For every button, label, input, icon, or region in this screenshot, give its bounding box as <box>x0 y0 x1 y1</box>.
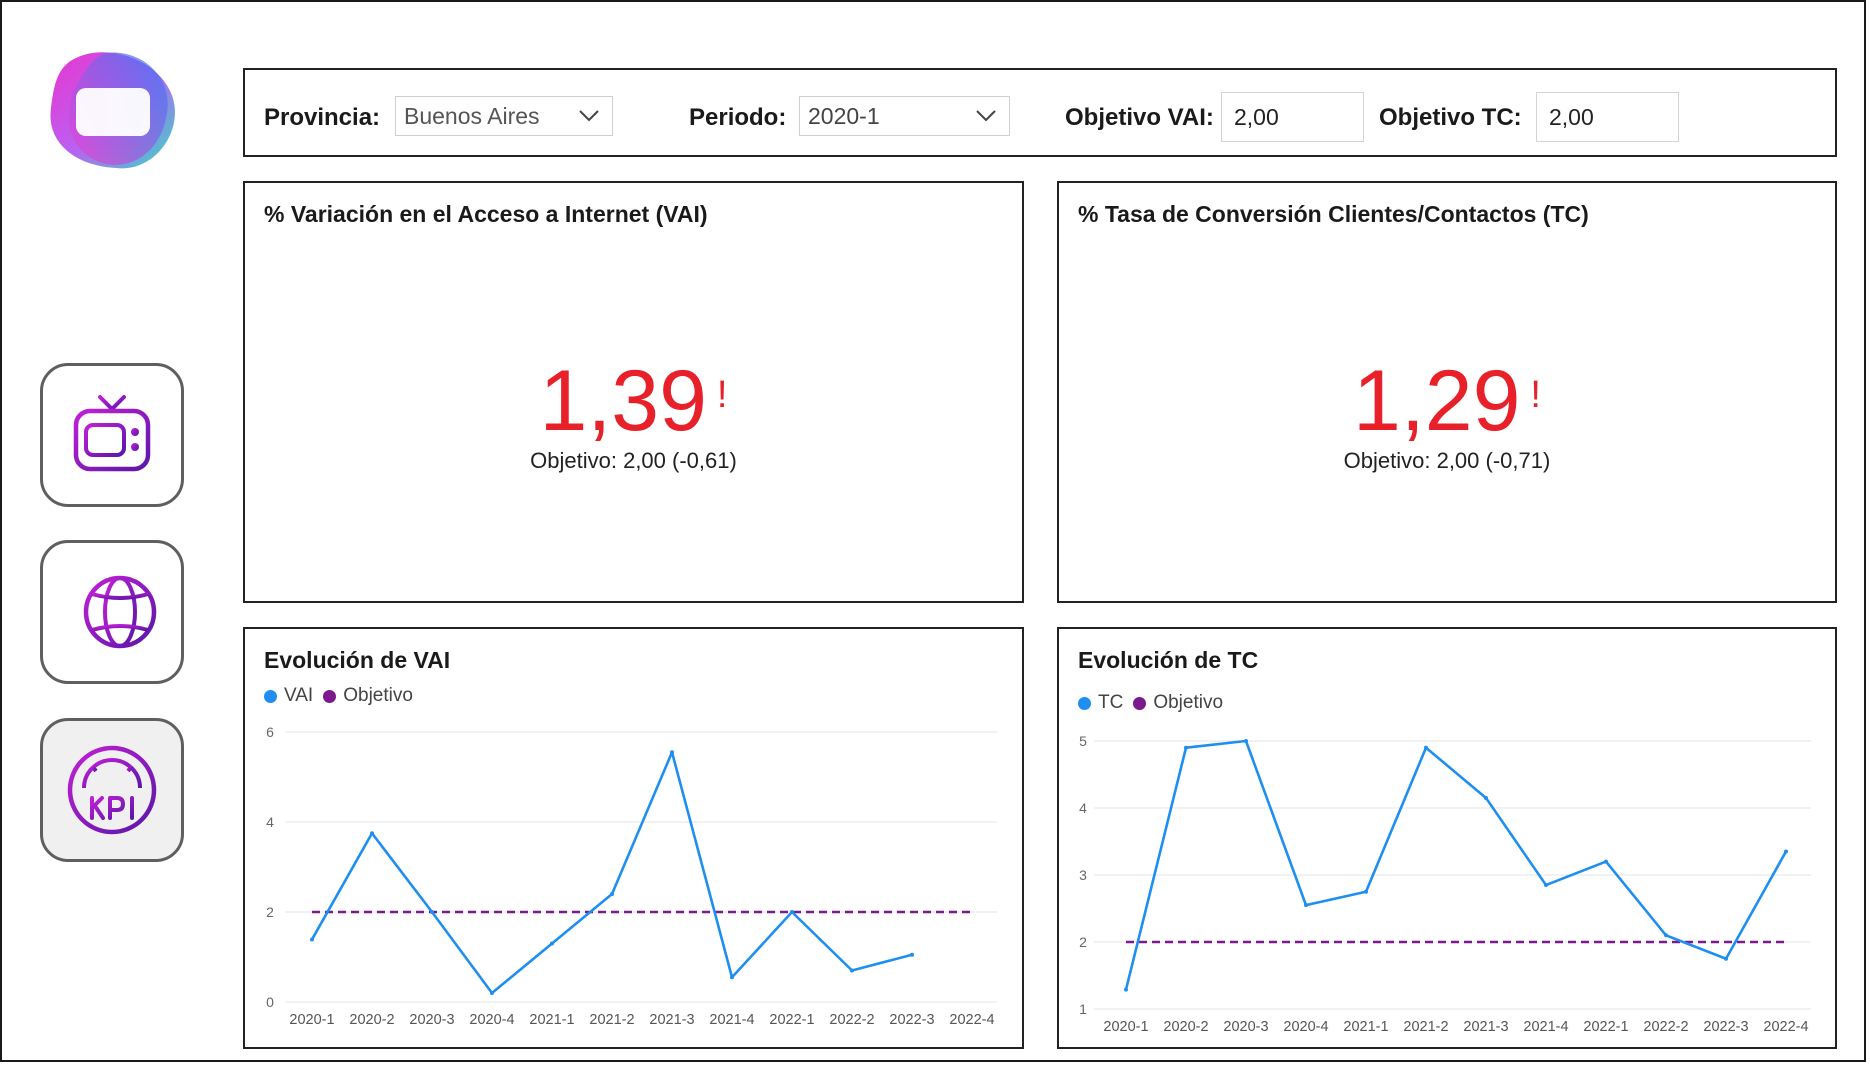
x-tick-label: 2022-3 <box>1703 1019 1748 1035</box>
brand-logo <box>50 52 175 169</box>
kpi-gauge-icon <box>67 745 157 835</box>
kpi-tc-block: 1,29! Objetivo: 2,00 (-0,71) <box>1059 358 1835 474</box>
kpi-vai-title: % Variación en el Acceso a Internet (VAI… <box>264 201 708 227</box>
provincia-label: Provincia: <box>264 104 381 131</box>
data-point <box>1124 987 1128 992</box>
periodo-label: Periodo: <box>689 104 787 131</box>
tc-line-chart: 1 2 3 4 5 2020-1 2020-2 2020-3 2020-4 2021-1 2021-… <box>1079 733 1811 1035</box>
data-point <box>1784 849 1788 854</box>
alert-icon: ! <box>716 374 728 416</box>
provincia-dropdown[interactable]: Buenos Aires <box>395 96 613 136</box>
x-tick-label: 2022-2 <box>829 1012 874 1028</box>
objetivo-vai-label: Objetivo VAI: <box>1065 104 1214 131</box>
x-tick-label: 2021-3 <box>649 1012 694 1028</box>
x-tick-label: 2021-3 <box>1463 1019 1508 1035</box>
y-tick-label: 2 <box>266 904 274 920</box>
x-tick-label: 2020-2 <box>1163 1019 1208 1035</box>
y-tick-label: 5 <box>1079 733 1087 749</box>
data-point <box>610 892 614 896</box>
filter-bar: Provincia: Buenos Aires Periodo: 2020-1 … <box>243 68 1837 157</box>
x-tick-label: 2022-1 <box>769 1012 814 1028</box>
chevron-down-icon <box>579 110 599 122</box>
data-point <box>1304 903 1308 908</box>
kpi-vai-target: Objetivo: 2,00 (-0,61) <box>530 448 737 473</box>
data-point <box>490 991 494 995</box>
kpi-vai-block: 1,39! Objetivo: 2,00 (-0,61) <box>245 358 1022 474</box>
provincia-value: Buenos Aires <box>404 103 540 129</box>
x-tick-label: 2022-3 <box>889 1012 934 1028</box>
kpi-card-vai: % Variación en el Acceso a Internet (VAI… <box>243 181 1024 603</box>
chart-card-vai: Evolución de VAI VAI Objetivo 0 2 4 6 2020-1… <box>243 627 1024 1049</box>
x-tick-label: 2022-4 <box>1763 1019 1808 1035</box>
kpi-tc-value: 1,29 <box>1353 353 1521 449</box>
y-tick-label: 6 <box>266 724 274 740</box>
data-point <box>910 952 914 957</box>
chevron-down-icon <box>976 110 996 122</box>
periodo-value: 2020-1 <box>808 103 880 129</box>
y-tick-label: 3 <box>1079 867 1087 883</box>
x-tick-label: 2021-1 <box>529 1012 574 1028</box>
kpi-vai-value: 1,39 <box>539 353 707 449</box>
x-tick-label: 2022-1 <box>1583 1019 1628 1035</box>
y-tick-label: 4 <box>266 814 274 830</box>
y-tick-label: 0 <box>266 994 274 1010</box>
series-line <box>310 750 913 995</box>
vai-line-chart: 0 2 4 6 2020-1 2020-2 2020-3 2020-4 2021-1 2021-2… <box>266 724 997 1028</box>
x-tick-label: 2020-1 <box>289 1012 334 1028</box>
data-point <box>550 941 554 946</box>
data-point <box>1724 956 1728 961</box>
y-tick-label: 1 <box>1079 1001 1087 1017</box>
data-point <box>1544 883 1548 888</box>
x-tick-label: 2021-1 <box>1343 1019 1388 1035</box>
data-point <box>370 831 374 836</box>
x-tick-label: 2020-2 <box>349 1012 394 1028</box>
data-point <box>1364 889 1368 894</box>
kpi-tc-title: % Tasa de Conversión Clientes/Contactos … <box>1078 201 1589 227</box>
x-tick-label: 2020-4 <box>469 1012 514 1028</box>
data-point <box>670 750 674 755</box>
x-tick-label: 2020-4 <box>1283 1019 1328 1035</box>
data-point <box>1484 795 1488 800</box>
data-point <box>310 937 314 942</box>
data-point <box>1604 859 1608 864</box>
data-point <box>430 910 434 914</box>
x-tick-label: 2021-4 <box>1523 1019 1568 1035</box>
nav-kpi-button[interactable] <box>40 718 184 862</box>
chart-card-tc: Evolución de TC TC Objetivo 1 2 3 4 5 2020-1 2… <box>1057 627 1837 1049</box>
nav-internet-button[interactable] <box>40 540 184 684</box>
x-tick-label: 2022-4 <box>949 1012 994 1028</box>
globe-icon <box>62 575 157 649</box>
x-tick-label: 2021-2 <box>589 1012 634 1028</box>
data-point <box>1244 739 1248 743</box>
data-point <box>730 975 734 980</box>
x-tick-label: 2021-4 <box>709 1012 754 1028</box>
x-tick-label: 2021-2 <box>1403 1019 1448 1035</box>
data-point <box>1424 745 1428 750</box>
objetivo-vai-input[interactable]: 2,00 <box>1221 92 1364 142</box>
x-tick-label: 2022-2 <box>1643 1019 1688 1035</box>
data-point <box>1664 933 1668 938</box>
y-tick-label: 4 <box>1079 800 1087 816</box>
x-tick-label: 2020-1 <box>1103 1019 1148 1035</box>
data-point <box>1184 745 1188 750</box>
kpi-card-tc: % Tasa de Conversión Clientes/Contactos … <box>1057 181 1837 603</box>
alert-icon: ! <box>1530 374 1541 416</box>
tv-icon <box>73 395 151 472</box>
data-point <box>790 910 794 914</box>
x-tick-label: 2020-3 <box>409 1012 454 1028</box>
periodo-dropdown[interactable]: 2020-1 <box>799 96 1010 136</box>
objetivo-tc-label: Objetivo TC: <box>1379 104 1522 131</box>
y-tick-label: 2 <box>1079 934 1087 950</box>
nav-tv-button[interactable] <box>40 363 184 507</box>
x-tick-label: 2020-3 <box>1223 1019 1268 1035</box>
kpi-tc-target: Objetivo: 2,00 (-0,71) <box>1343 448 1551 473</box>
objetivo-tc-input[interactable]: 2,00 <box>1536 92 1679 142</box>
series-line <box>1124 739 1788 990</box>
data-point <box>850 968 854 973</box>
